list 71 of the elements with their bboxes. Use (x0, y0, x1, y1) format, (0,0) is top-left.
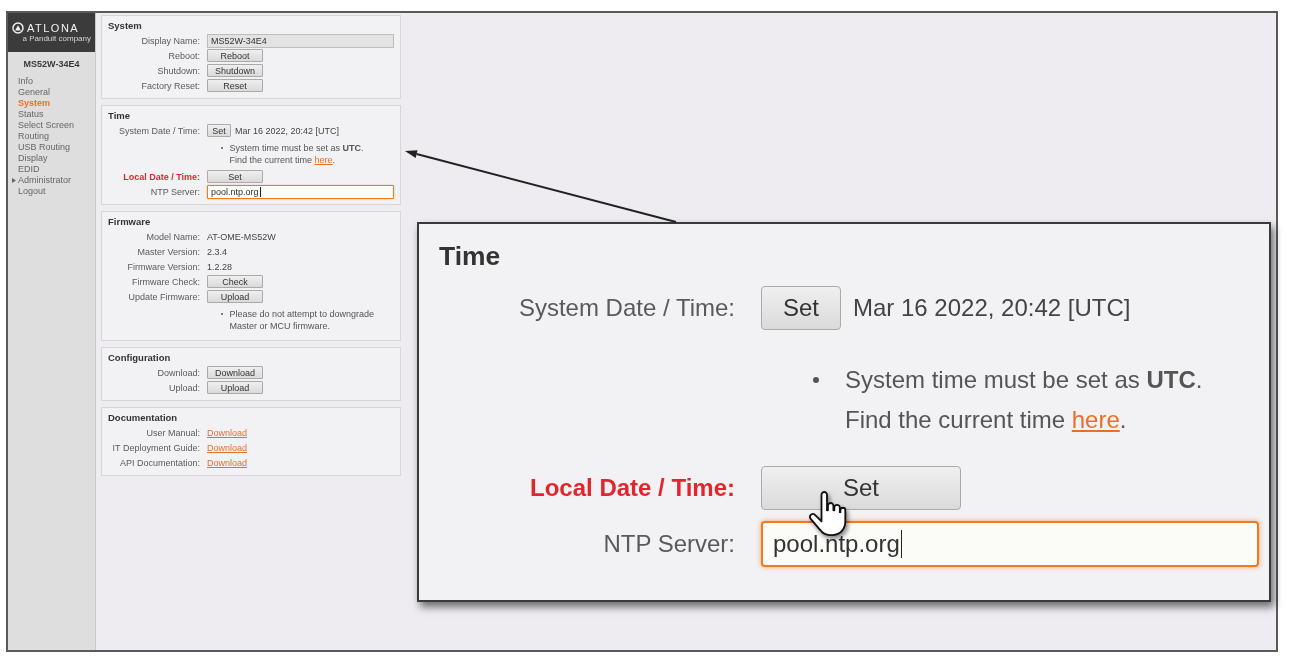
field-value: 2.3.4 (207, 246, 228, 257)
field-value: 1.2.28 (207, 261, 233, 272)
download-link[interactable]: Download (207, 442, 248, 453)
sidebar-item[interactable]: USB Routing (18, 142, 71, 153)
sidebar-item[interactable]: Status (18, 109, 44, 120)
field-label: NTP Server: (603, 530, 735, 558)
form-button[interactable]: Reset (207, 79, 263, 92)
field-label: Local Date / Time: (530, 474, 735, 502)
field-label: Firmware Check: (132, 276, 200, 287)
logo-tagline: a Panduit company (22, 34, 91, 43)
logo-icon (12, 22, 24, 34)
field-label: IT Deployment Guide: (112, 442, 200, 453)
sidebar-item[interactable]: Administrator (18, 175, 71, 186)
panel-title: Documentation (108, 411, 178, 424)
form-button[interactable]: Download (207, 366, 263, 379)
sidebar-item[interactable]: Logout (18, 186, 46, 197)
logo-wordmark: ATLONA (27, 22, 80, 34)
field-label: Master Version: (137, 246, 200, 257)
field-label: System Date / Time: (118, 125, 200, 136)
bullet-icon (813, 376, 820, 384)
form-button[interactable]: Upload (207, 381, 263, 394)
form-button[interactable]: Shutdown (207, 64, 263, 77)
form-button[interactable]: Set (761, 286, 841, 330)
field-label: User Manual: (146, 427, 200, 438)
field-label: System Date / Time: (518, 294, 735, 322)
download-link[interactable]: Download (207, 427, 248, 438)
field-label: Factory Reset: (141, 80, 200, 91)
field-value: AT-OME-MS52W (207, 231, 276, 242)
date-time-value: Mar 16 2022, 20:42 [UTC] (235, 125, 340, 136)
panel-title: Configuration (108, 351, 171, 364)
text-field[interactable]: MS52W-34E4 (207, 33, 394, 48)
panel-title: System (108, 19, 142, 32)
field-label: API Documentation: (119, 457, 200, 468)
panel-title: Time (439, 240, 501, 273)
field-label: Upload: (168, 382, 200, 393)
sidebar-item[interactable]: EDID (18, 164, 40, 175)
sidebar-item[interactable]: Display (18, 153, 48, 164)
field-label: Display Name: (141, 35, 200, 46)
sidebar-item[interactable]: Info (18, 76, 33, 87)
field-label: Model Name: (146, 231, 200, 242)
panel-title: Time (108, 109, 130, 122)
sidebar-item[interactable]: General (18, 87, 51, 98)
text-cursor-icon (900, 530, 903, 558)
date-time-value: Mar 16 2022, 20:42 [UTC] (853, 294, 1131, 322)
panel-title: Firmware (108, 215, 151, 228)
field-label: Shutdown: (157, 65, 200, 76)
sidebar-item[interactable]: Routing (18, 131, 50, 142)
form-button[interactable]: Reboot (207, 49, 263, 62)
sidebar-item[interactable]: Select Screen (18, 120, 75, 131)
form-button[interactable]: Set (207, 170, 263, 183)
field-label: Firmware Version: (127, 261, 200, 272)
sidebar-item[interactable]: System (18, 98, 51, 109)
note-text: System time must be set as UTC. Find the current time here. (845, 365, 1204, 435)
text-field[interactable]: pool.ntp.org (761, 521, 1259, 567)
note-text: Please do not attempt to downgrade Master or MCU firmware. (229, 308, 375, 332)
field-label: Update Firmware: (128, 291, 200, 302)
text-field[interactable]: pool.ntp.org (207, 184, 394, 199)
caret-icon (12, 178, 16, 183)
field-label: Local Date / Time: (123, 171, 200, 182)
field-label: Download: (157, 367, 200, 378)
time-link[interactable]: here (1071, 406, 1120, 433)
field-label: NTP Server: (150, 186, 200, 197)
device-name: MS52W-34E4 (22, 59, 81, 70)
download-link[interactable]: Download (207, 457, 248, 468)
form-button[interactable]: Set (761, 466, 961, 510)
note-text: System time must be set as UTC. Find the current time here. (229, 142, 365, 166)
form-button[interactable]: Set (207, 124, 231, 137)
form-button[interactable]: Check (207, 275, 263, 288)
form-button[interactable]: Upload (207, 290, 263, 303)
field-label: Reboot: (168, 50, 200, 61)
text-cursor-icon (259, 186, 261, 197)
